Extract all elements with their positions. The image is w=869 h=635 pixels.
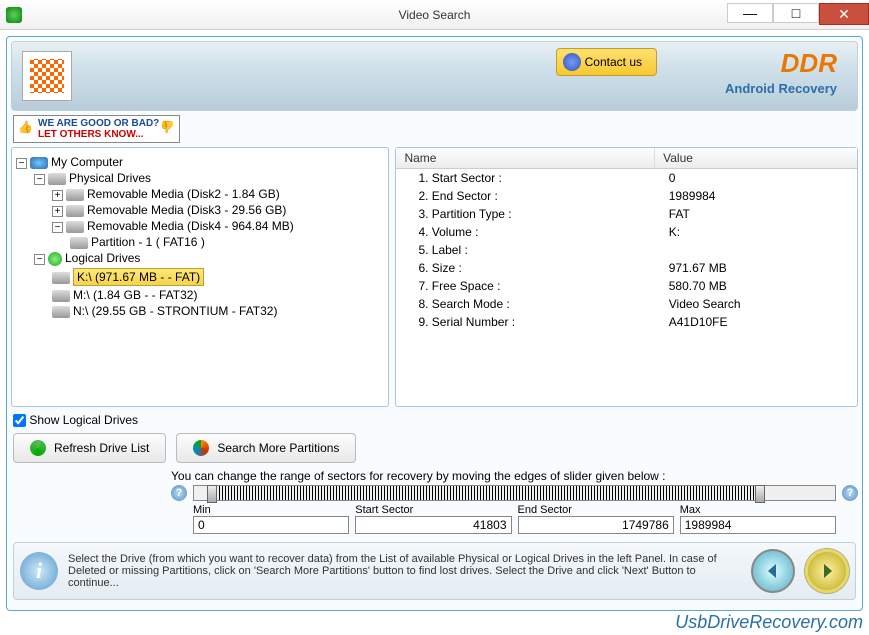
drive-tree[interactable]: −My Computer −Physical Drives +Removable…	[11, 147, 389, 407]
tree-drive-n[interactable]: N:\ (29.55 GB - STRONTIUM - FAT32)	[73, 304, 277, 318]
search-icon	[193, 440, 209, 456]
tree-toggle[interactable]: +	[52, 190, 63, 201]
person-icon	[563, 53, 581, 71]
info-icon: i	[20, 552, 58, 590]
max-input[interactable]	[680, 516, 836, 534]
detail-row: 3. Partition Type :FAT	[396, 205, 857, 223]
slider-handle-right[interactable]	[755, 485, 765, 503]
computer-icon	[30, 157, 48, 169]
slider-handle-left[interactable]	[207, 485, 217, 503]
tree-physical[interactable]: Physical Drives	[69, 171, 151, 185]
next-button[interactable]	[805, 549, 849, 593]
tree-toggle[interactable]: +	[52, 206, 63, 217]
tree-toggle[interactable]: −	[52, 222, 63, 233]
watermark: UsbDriveRecovery.com	[675, 612, 863, 633]
sector-range-slider[interactable]	[193, 485, 836, 501]
window-title: Video Search	[399, 8, 471, 22]
detail-row: 9. Serial Number :A41D10FE	[396, 313, 857, 331]
tree-toggle[interactable]: −	[34, 174, 45, 185]
tree-partition[interactable]: Partition - 1 ( FAT16 )	[91, 235, 205, 249]
drive-icon	[48, 173, 66, 185]
refresh-drive-list-button[interactable]: Refresh Drive List	[13, 433, 166, 463]
tree-drive-k[interactable]: K:\ (971.67 MB - - FAT)	[73, 268, 204, 286]
thumb-down-icon: 👎	[160, 120, 175, 134]
detail-row: 8. Search Mode :Video Search	[396, 295, 857, 313]
volume-icon	[52, 290, 70, 302]
show-logical-checkbox[interactable]: Show Logical Drives	[13, 413, 138, 427]
tree-disk2[interactable]: Removable Media (Disk2 - 1.84 GB)	[87, 187, 280, 201]
detail-panel: NameValue 1. Start Sector :02. End Secto…	[395, 147, 858, 407]
tree-toggle[interactable]: −	[34, 254, 45, 265]
slider-note: You can change the range of sectors for …	[171, 469, 858, 483]
feedback-button[interactable]: 👍 WE ARE GOOD OR BAD? LET OTHERS KNOW...…	[13, 115, 180, 143]
brand: DDR Android Recovery	[725, 48, 837, 96]
drive-icon	[66, 189, 84, 201]
detail-row: 2. End Sector :1989984	[396, 187, 857, 205]
tree-drive-m[interactable]: M:\ (1.84 GB - - FAT32)	[73, 288, 197, 302]
detail-row: 6. Size :971.67 MB	[396, 259, 857, 277]
tree-disk3[interactable]: Removable Media (Disk3 - 29.56 GB)	[87, 203, 286, 217]
thumb-up-icon: 👍	[18, 120, 33, 134]
back-button[interactable]	[751, 549, 795, 593]
search-more-partitions-button[interactable]: Search More Partitions	[176, 433, 356, 463]
minimize-button[interactable]: —	[727, 3, 773, 23]
detail-row: 1. Start Sector :0	[396, 169, 857, 187]
drive-icon	[66, 221, 84, 233]
app-icon	[6, 7, 22, 23]
volume-icon	[52, 306, 70, 318]
refresh-icon	[30, 440, 46, 456]
start-sector-input[interactable]	[355, 516, 511, 534]
col-value: Value	[655, 148, 857, 168]
maximize-button[interactable]: □	[773, 3, 819, 23]
logical-icon	[48, 252, 62, 266]
tree-root[interactable]: My Computer	[51, 155, 123, 169]
titlebar: Video Search — □ ✕	[0, 0, 869, 30]
help-icon[interactable]: ?	[842, 485, 858, 501]
banner: Contact us DDR Android Recovery	[11, 41, 858, 111]
min-input[interactable]	[193, 516, 349, 534]
tree-toggle[interactable]: −	[16, 158, 27, 169]
detail-row: 5. Label :	[396, 241, 857, 259]
volume-icon	[52, 272, 70, 284]
tree-disk4[interactable]: Removable Media (Disk4 - 964.84 MB)	[87, 219, 294, 233]
footer-message: Select the Drive (from which you want to…	[68, 553, 741, 589]
end-sector-input[interactable]	[518, 516, 674, 534]
detail-row: 4. Volume :K:	[396, 223, 857, 241]
close-button[interactable]: ✕	[819, 3, 869, 25]
app-logo	[22, 51, 72, 101]
col-name: Name	[396, 148, 655, 168]
detail-row: 7. Free Space :580.70 MB	[396, 277, 857, 295]
partition-icon	[70, 237, 88, 249]
drive-icon	[66, 205, 84, 217]
tree-logical[interactable]: Logical Drives	[65, 251, 140, 265]
help-icon[interactable]: ?	[171, 485, 187, 501]
contact-us-button[interactable]: Contact us	[556, 48, 657, 76]
